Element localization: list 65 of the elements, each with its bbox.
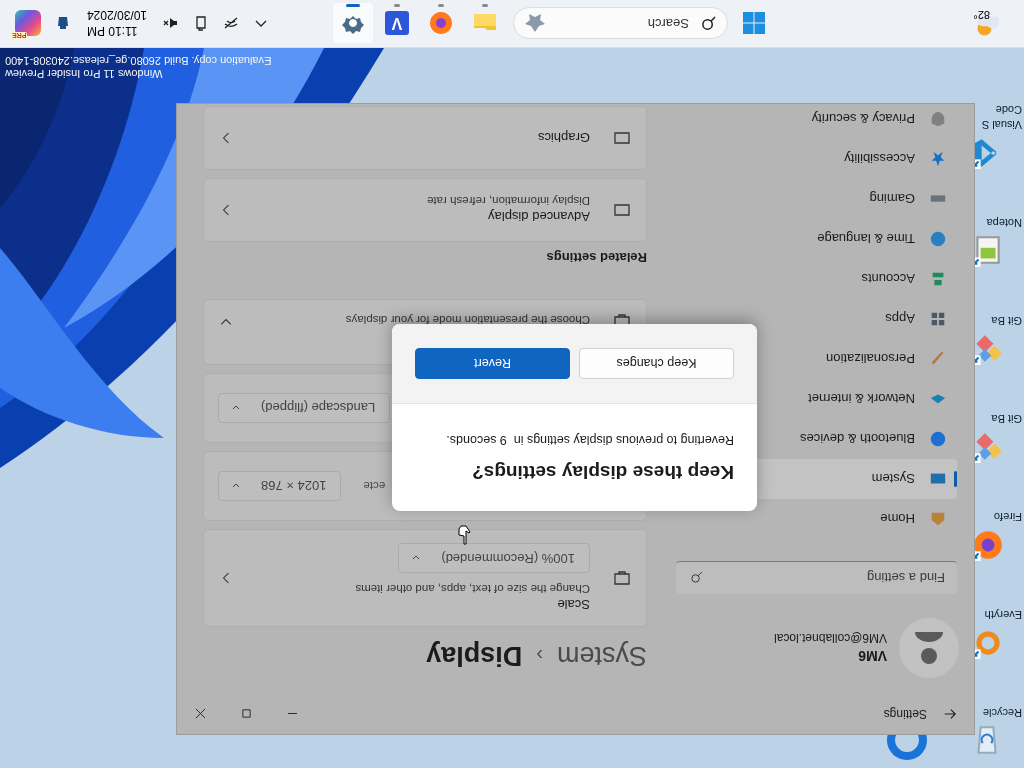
nav-item[interactable]: Apps xyxy=(699,299,957,339)
breadcrumb-separator: › xyxy=(536,644,543,668)
dropdown[interactable]: 1024 × 768 xyxy=(218,471,342,501)
setting-title: Graphics xyxy=(536,130,590,146)
icon-label: Everyth xyxy=(984,609,1022,621)
setting-description: Change the size of text, apps, and other items xyxy=(354,583,590,596)
icon-label: Code xyxy=(995,104,1022,116)
taskbar-app[interactable]: V xyxy=(377,3,417,44)
section-heading: Related settings xyxy=(545,250,647,265)
dropdown[interactable]: Landscape (flipped) xyxy=(218,393,391,423)
taskbar-app[interactable] xyxy=(333,3,373,44)
nav-item[interactable]: Gaming xyxy=(699,179,957,219)
bucket-icon[interactable] xyxy=(55,15,71,32)
nav-item[interactable]: Home xyxy=(699,499,957,539)
nav-item[interactable]: Privacy & security xyxy=(699,104,957,139)
search-icon xyxy=(690,571,703,584)
setting-title: Scale xyxy=(556,597,590,613)
hand-cursor-icon xyxy=(457,525,471,545)
icon-label: Visual S xyxy=(981,119,1022,131)
page-title: Display xyxy=(426,640,523,672)
secondary-button[interactable]: Keep changes xyxy=(579,348,734,379)
nav-item[interactable]: Time & language xyxy=(699,219,957,259)
monitor-outline-icon xyxy=(614,204,630,216)
house-icon xyxy=(929,510,947,528)
icon-label: Git Ba xyxy=(991,315,1022,327)
nav-item[interactable]: Accessibility xyxy=(699,139,957,179)
breadcrumb-parent[interactable]: System xyxy=(556,640,647,672)
browser-icon xyxy=(428,10,454,37)
user-email: VM6@collabnet.local xyxy=(774,631,887,646)
primary-button[interactable]: Revert xyxy=(415,348,570,379)
nav-item[interactable]: Accounts xyxy=(699,259,957,299)
temperature: 82° xyxy=(973,9,990,22)
icon-label: Recycle xyxy=(982,707,1022,719)
dropdown[interactable]: 100% (Recommended) xyxy=(398,543,590,574)
maximize-icon[interactable] xyxy=(241,708,252,720)
setting-description: ecte xyxy=(363,480,386,492)
setting-title: Advanced display xyxy=(487,209,590,225)
accessibility-icon xyxy=(929,150,947,168)
watermark-text: Windows 11 Pro Insider Preview xyxy=(5,67,163,80)
close-icon[interactable] xyxy=(195,708,206,720)
apps-icon xyxy=(929,310,947,328)
start-icon[interactable] xyxy=(742,11,766,36)
shield-icon xyxy=(929,110,947,128)
back-arrow-icon[interactable] xyxy=(943,707,957,721)
icon-label: Notepa xyxy=(986,217,1022,229)
ring-icon[interactable] xyxy=(885,735,929,762)
icon-label: Git Ba xyxy=(991,413,1022,425)
setting-description: Display information, refresh rate xyxy=(426,195,590,208)
setting-card[interactable]: Advanced display Display information, refresh rate xyxy=(203,178,647,242)
icon-label: Firefo xyxy=(993,511,1022,523)
setting-card[interactable]: Graphics xyxy=(203,106,647,170)
clock[interactable]: 11:10 PM 10/30/2024 xyxy=(87,7,148,40)
setting-card[interactable]: Scale Change the size of text, apps, and other items 100% (Recommended) xyxy=(203,529,647,627)
app-logo: V xyxy=(385,11,409,36)
window-title: Settings xyxy=(883,707,927,721)
user-name: VM6 xyxy=(857,648,887,665)
clock-time: 11:10 PM xyxy=(87,23,138,40)
clock-date: 10/30/2024 xyxy=(87,7,148,24)
setting-description: Choose the presentation mode for your displays xyxy=(344,314,590,326)
settings-search-field[interactable]: Find a setting xyxy=(676,561,957,594)
dialog-message: Reverting to previous display settings in 9 seconds. xyxy=(445,433,734,447)
watermark-text: Evaluation copy. Build 26080.ge_release.240308-1400 xyxy=(5,54,272,67)
avatar xyxy=(899,618,959,678)
search-icon xyxy=(701,16,716,32)
taskbar-search-field[interactable]: Search xyxy=(513,7,728,40)
